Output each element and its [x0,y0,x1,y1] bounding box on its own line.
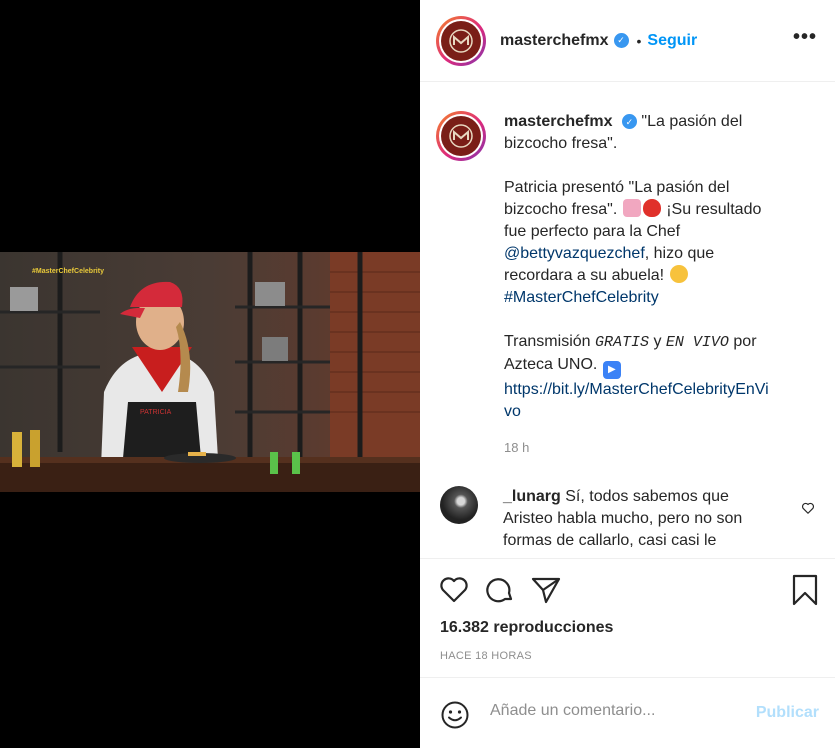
transmission-url-link[interactable]: https://bit.ly/MasterChefCelebrityEnVivo [504,381,769,420]
bookmark-icon[interactable] [791,574,819,606]
video-hashtag-overlay: #MasterChefCelebrity [32,268,104,275]
hashtag-link[interactable]: #MasterChefCelebrity [504,289,659,306]
mention-link[interactable]: @bettyvazquezchef [504,245,645,262]
cupcake-emoji [622,199,641,217]
svg-text:PATRICIA: PATRICIA [140,409,172,416]
video-frame[interactable]: PATRICIA #MasterChefCelebrity [0,252,420,492]
play-button-emoji: ▶ [602,361,621,379]
comment-like-heart-icon[interactable] [801,501,815,515]
video-scene-illustration: PATRICIA [0,252,420,492]
separator-dot: • [636,32,642,49]
smiling-face-emoji [669,265,688,283]
video-player[interactable]: PATRICIA #MasterChefCelebrity [0,0,420,748]
masterchef-logo-icon [441,116,481,156]
account-avatar[interactable] [436,15,486,66]
heart-icon[interactable] [438,574,470,606]
account-username[interactable]: masterchefmx [500,32,609,50]
post-header: masterchefmx ✓ • Seguir ••• [420,0,835,82]
comments-section[interactable]: masterchefmx ✓ "La pasión del bizcocho f… [420,83,835,558]
comment-text: _lunarg Sí, todos sabemos que Aristeo ha… [503,486,773,552]
action-icons [438,574,562,606]
comment-item: _lunarg Sí, todos sabemos que Aristeo ha… [440,486,820,552]
caption-gratis: GRATIS [595,334,650,351]
view-count: 16.382 reproducciones [440,619,614,636]
post-panel: masterchefmx ✓ • Seguir ••• masterchefmx… [420,0,835,748]
post-caption: masterchefmx ✓ "La pasión del bizcocho f… [436,111,816,445]
more-icon[interactable]: ••• [793,27,817,47]
post-age[interactable]: HACE 18 HORAS [440,650,532,662]
strawberry-emoji [642,199,661,217]
caption-text: masterchefmx ✓ "La pasión del bizcocho f… [504,111,774,445]
post-actions: 16.382 reproducciones HACE 18 HORAS Publ… [420,558,835,748]
caption-y: y [653,333,662,350]
smile-icon[interactable] [440,700,470,730]
add-comment-bar: Publicar [420,677,835,748]
follow-button[interactable]: Seguir [647,32,697,50]
comment-icon[interactable] [484,574,516,606]
commenter-username[interactable]: _lunarg [503,488,561,505]
caption-timestamp[interactable]: 18 h [504,440,529,455]
publish-button[interactable]: Publicar [756,704,819,722]
verified-icon: ✓ [613,33,629,48]
caption-envivo: EN VIVO [665,334,729,351]
caption-avatar[interactable] [436,111,486,161]
masterchef-logo-icon [441,20,481,61]
save-button[interactable] [791,574,819,606]
comment-input[interactable] [490,702,740,720]
verified-icon: ✓ [621,114,637,130]
share-icon[interactable] [530,574,562,606]
caption-body-4: Transmisión [504,333,591,350]
caption-username[interactable]: masterchefmx [504,113,613,130]
commenter-avatar[interactable] [440,486,478,524]
